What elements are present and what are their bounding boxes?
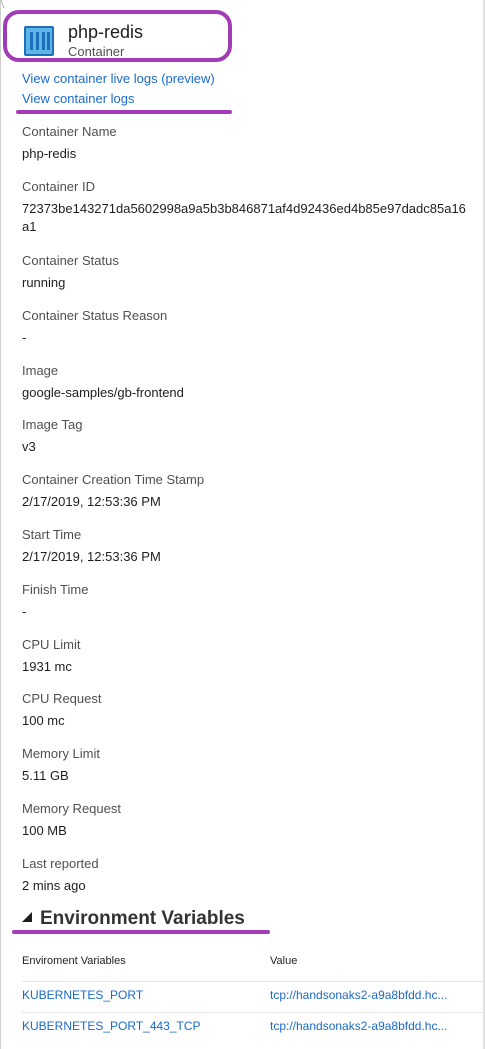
property-cpu-limit: CPU Limit 1931 mc [22,637,472,676]
property-container-status: Container Status running [22,253,472,292]
property-finish-time: Finish Time - [22,582,472,621]
page-title: php-redis [68,22,144,42]
property-image: Image google-samples/gb-frontend [22,363,472,402]
property-label: Container Name [22,124,117,139]
table-row: KUBERNETES_PORT_443_TCP tcp://handsonaks… [22,1012,484,1043]
property-label: Finish Time [22,582,89,597]
property-value: v3 [22,439,36,454]
property-value: 2/17/2019, 12:53:36 PM [22,494,161,509]
table-row: KUBERNETES_PORT tcp://handsonaks2-a9a8bf… [22,981,484,1012]
property-container-status-reason: Container Status Reason - [22,308,472,347]
property-container-id: Container ID 72373be143271da5602998a9a5b… [22,179,472,236]
property-value: running [22,275,66,290]
property-label: Container Status [22,253,119,268]
property-label: Container Creation Time Stamp [22,472,205,487]
property-value: 5.11 GB [22,768,69,783]
property-label: Image [22,363,59,378]
property-value: php-redis [22,146,77,161]
env-highlight-underline [12,930,270,934]
property-value: - [22,330,27,345]
env-section-title: Environment Variables [40,908,245,929]
container-icon [24,26,54,56]
property-value: 72373be143271da5602998a9a5b3b846871af4d9… [22,201,466,234]
env-var-name[interactable]: KUBERNETES_PORT [22,988,262,1002]
env-var-name[interactable]: KUBERNETES_PORT_443_TCP [22,1019,262,1033]
env-var-value[interactable]: tcp://handsonaks2-a9a8bfdd.hc... [270,1019,480,1033]
property-start-time: Start Time 2/17/2019, 12:53:36 PM [22,527,472,566]
links-highlight-underline [16,110,232,114]
page-subtitle: Container [68,44,125,59]
view-logs-link[interactable]: View container logs [22,91,135,106]
property-memory-limit: Memory Limit 5.11 GB [22,746,472,785]
env-section-toggle[interactable]: Environment Variables [22,908,245,930]
property-creation-time: Container Creation Time Stamp 2/17/2019,… [22,472,472,511]
column-header-value: Value [270,955,298,967]
property-value: 100 MB [22,823,67,838]
property-label: Memory Request [22,801,121,816]
property-value: 2/17/2019, 12:53:36 PM [22,549,161,564]
property-last-reported: Last reported 2 mins ago [22,856,472,895]
property-value: 100 mc [22,713,65,728]
panel-corner-tick [0,0,13,8]
property-value: google-samples/gb-frontend [22,385,184,400]
property-image-tag: Image Tag v3 [22,417,472,456]
env-var-value[interactable]: tcp://handsonaks2-a9a8bfdd.hc... [270,988,480,1002]
property-value: 1931 mc [22,659,72,674]
property-value: 2 mins ago [22,878,86,893]
property-container-name: Container Name php-redis [22,124,472,163]
property-label: Container ID [22,179,95,194]
property-label: Container Status Reason [22,308,168,323]
property-label: Image Tag [22,417,83,432]
collapse-triangle-icon [22,912,32,922]
property-label: Start Time [22,527,82,542]
column-header-name: Enviroment Variables [22,955,126,967]
property-memory-request: Memory Request 100 MB [22,801,472,840]
property-label: CPU Limit [22,637,81,652]
property-value: - [22,604,27,619]
property-cpu-request: CPU Request 100 mc [22,691,472,730]
property-label: CPU Request [22,691,102,706]
view-live-logs-link[interactable]: View container live logs (preview) [22,71,215,86]
property-label: Last reported [22,856,99,871]
panel-left-border [0,0,1,1049]
property-label: Memory Limit [22,746,101,761]
